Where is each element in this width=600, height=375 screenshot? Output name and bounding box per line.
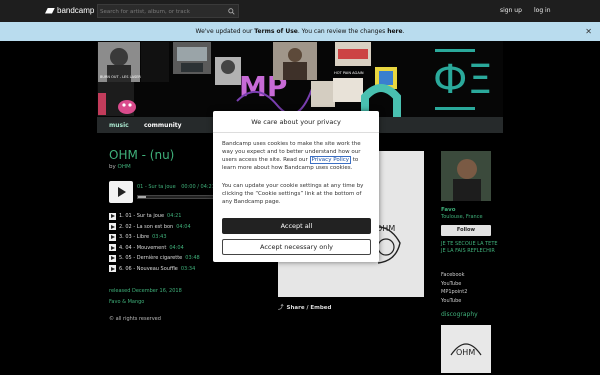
track-duration: 04:21: [167, 213, 182, 220]
artist-links: Facebook YouTube MP1point2 YouTube: [441, 271, 467, 305]
discography-album-art[interactable]: OHM: [441, 325, 491, 373]
track-number: 6.: [119, 265, 124, 272]
banner-collage: BURN OUT - LES LASERS MP HOT PAIN AGAIN: [97, 41, 503, 117]
bio-line: JE TE SECOUE LA TETE: [441, 241, 498, 247]
track-title[interactable]: 06 - Nouveau Souffle: [125, 266, 177, 272]
artist-location: Toulouse, France: [441, 214, 483, 220]
log-in-link[interactable]: log in: [534, 7, 551, 14]
artist-link-item[interactable]: YouTube: [441, 280, 467, 289]
notice-prefix: We've updated our: [195, 28, 255, 35]
disco-art-drawing: OHM: [441, 325, 491, 373]
track-play-icon[interactable]: [109, 254, 116, 262]
bandcamp-logo[interactable]: bandcamp: [45, 6, 94, 15]
by-label: by: [109, 164, 116, 170]
tab-community[interactable]: community: [144, 122, 182, 129]
sign-up-link[interactable]: sign up: [500, 7, 522, 14]
follow-button[interactable]: Follow: [441, 225, 491, 236]
track-title[interactable]: 04 - Mouvement: [125, 245, 166, 251]
discography-heading[interactable]: discography: [441, 311, 478, 318]
search-box: [97, 4, 239, 18]
bio-line: JE LA FAIS REFLECHIR: [441, 248, 495, 254]
modal-paragraph-1: Bandcamp uses cookies to make the site w…: [222, 140, 372, 172]
now-playing-title: 01 - Sur ta joue: [137, 184, 176, 190]
album-byline: by OHM: [109, 164, 131, 170]
track-title[interactable]: 01 - Sur ta joue: [125, 213, 164, 219]
track-duration: 04:04: [169, 244, 184, 251]
track-duration: 03:43: [152, 234, 167, 241]
track-number: 5.: [119, 255, 124, 262]
track-play-icon[interactable]: [109, 223, 116, 231]
accept-all-button[interactable]: Accept all: [222, 218, 371, 234]
progress-bar[interactable]: [137, 195, 217, 199]
artist-photo[interactable]: [441, 151, 491, 201]
track-row: 5. 05 - Dernière cigarette 03:48: [109, 253, 200, 264]
track-row: 1. 01 - Sur ta joue 04:21: [109, 211, 200, 222]
share-embed-button[interactable]: ⤴ Share / Embed: [278, 303, 331, 311]
modal-paragraph-2: You can update your cookie settings at a…: [222, 183, 364, 205]
banner-tile2-text: HOT PAIN AGAIN: [334, 71, 364, 75]
artist-banner: BURN OUT - LES LASERS MP HOT PAIN AGAIN: [97, 41, 503, 117]
notice-middle: . You can review the changes: [297, 28, 388, 35]
album-credit: Favo & Mango: [109, 299, 145, 305]
rights-text: all rights reserved: [115, 316, 161, 322]
artist-link[interactable]: OHM: [118, 164, 131, 170]
banner-tile-text: BURN OUT - LES LASERS: [100, 75, 144, 79]
track-row: 3. 03 - Libre 03:43: [109, 232, 200, 243]
artist-bio: JE TE SECOUE LA TETE JE LA FAIS REFLECHI…: [441, 241, 501, 255]
terms-notice-bar: We've updated our Terms of Use. You can …: [0, 22, 600, 41]
modal-title: We care about your privacy: [213, 111, 379, 133]
disco-art-text: OHM: [456, 348, 475, 357]
track-title[interactable]: 02 - La son est bon: [125, 224, 173, 230]
track-play-icon[interactable]: [109, 244, 116, 252]
notice-suffix: .: [402, 28, 405, 35]
rights-notice: © all rights reserved: [109, 316, 161, 322]
privacy-modal: We care about your privacy Bandcamp uses…: [213, 111, 379, 262]
top-bar: bandcamp sign up log in: [0, 0, 600, 22]
track-row: 4. 04 - Mouvement 04:04: [109, 243, 200, 254]
search-input[interactable]: [100, 6, 224, 17]
privacy-policy-link[interactable]: Privacy Policy: [309, 156, 352, 164]
search-icon[interactable]: [228, 8, 235, 15]
bandcamp-logo-icon: [45, 7, 55, 14]
terms-of-use-link[interactable]: Terms of Use: [254, 28, 298, 35]
album-title: OHM - (nu): [109, 148, 175, 162]
artist-link-item[interactable]: Facebook: [441, 271, 467, 280]
artist-photo-image: [441, 151, 491, 201]
track-number: 4.: [119, 244, 124, 251]
track-play-icon[interactable]: [109, 265, 116, 273]
share-label: Share / Embed: [286, 305, 332, 311]
track-duration: 03:48: [185, 255, 200, 262]
playback-time: 00:00 / 04:21: [181, 184, 215, 190]
share-icon: ⤴: [278, 305, 284, 311]
artist-link-item[interactable]: YouTube: [441, 297, 467, 306]
release-date: released December 16, 2018: [109, 288, 182, 294]
close-icon[interactable]: ✕: [585, 22, 592, 41]
artist-link-item[interactable]: MP1point2: [441, 288, 467, 297]
banner-dot-logo: ФΞ: [433, 57, 493, 103]
track-duration: 04:04: [176, 223, 191, 230]
progress-handle[interactable]: [138, 196, 146, 198]
track-play-icon[interactable]: [109, 233, 116, 241]
play-button[interactable]: [109, 181, 133, 203]
track-play-icon[interactable]: [109, 212, 116, 220]
track-duration: 03:34: [180, 265, 196, 272]
now-playing: 01 - Sur ta joue 00:00 / 04:21: [137, 184, 215, 190]
track-title[interactable]: 05 - Dernière cigarette: [125, 255, 182, 261]
track-title[interactable]: 03 - Libre: [125, 234, 149, 240]
logo-text: bandcamp: [57, 6, 95, 15]
track-row: 2. 02 - La son est bon 04:04: [109, 222, 200, 233]
track-row: 6. 06 - Nouveau Souffle 03:34: [109, 264, 200, 275]
track-number: 1.: [119, 213, 124, 220]
tab-music[interactable]: music: [109, 122, 129, 129]
track-number: 3.: [119, 234, 124, 241]
track-list: 1. 01 - Sur ta joue 04:21 2. 02 - La son…: [109, 211, 200, 274]
artist-name[interactable]: Favo: [441, 207, 456, 213]
notice-here-link[interactable]: here: [387, 28, 402, 35]
track-number: 2.: [119, 223, 124, 230]
copyright-icon: ©: [109, 316, 114, 322]
accept-necessary-button[interactable]: Accept necessary only: [222, 239, 371, 255]
